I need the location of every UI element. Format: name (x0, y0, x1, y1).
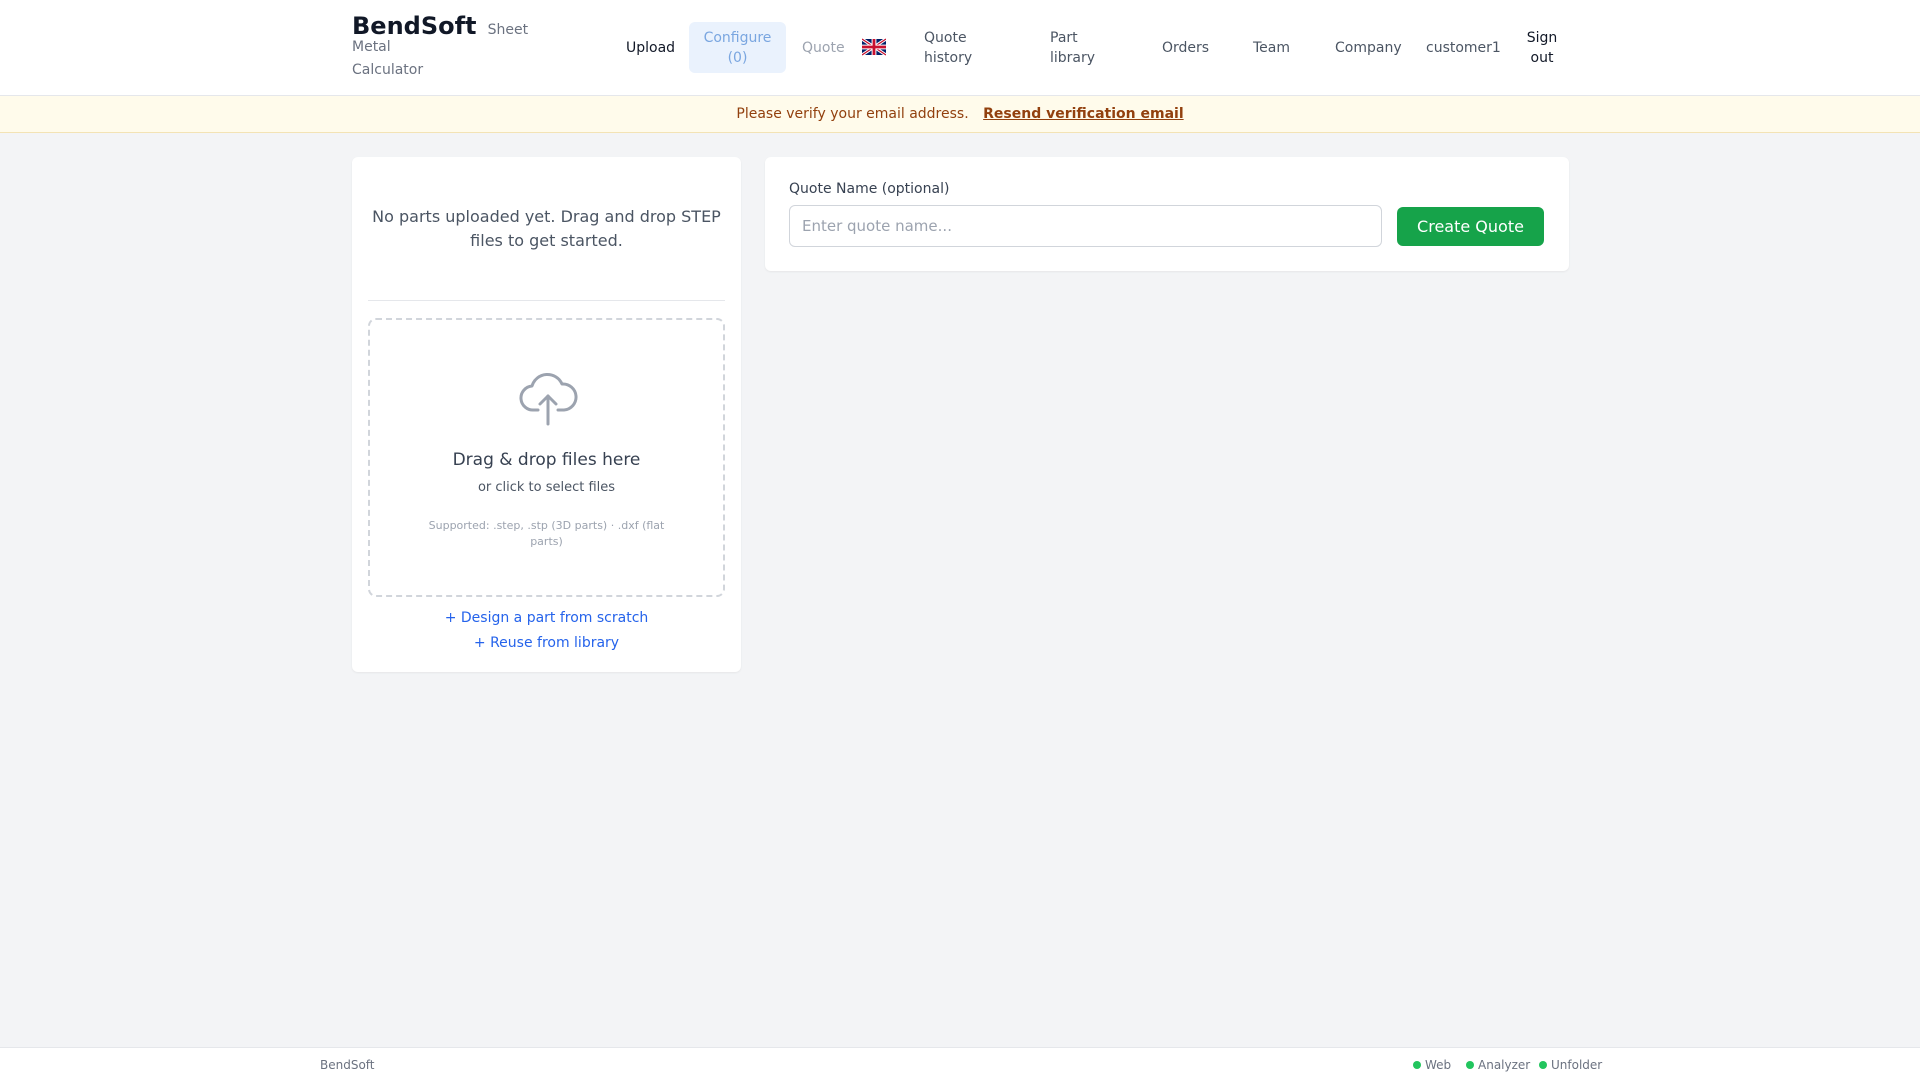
reuse-from-library-link[interactable]: + Reuse from library (352, 635, 741, 651)
status-unfolder: Unfolder (1539, 1058, 1602, 1072)
footer-brand: BendSoft (320, 1058, 375, 1072)
nav-quote[interactable]: Quote (802, 38, 845, 58)
nav-part-library-label-2: library (1050, 50, 1096, 66)
quote-name-label: Quote Name (optional) (789, 181, 950, 197)
top-navbar: BendSoft Sheet Metal Calculator Upload C… (0, 0, 1920, 96)
quote-panel: Quote Name (optional) Create Quote (765, 157, 1569, 271)
email-verification-banner: Please verify your email address. Resend… (0, 96, 1920, 133)
sign-out-label-1: Sign (1526, 30, 1558, 46)
nav-quote-history[interactable]: Quote history (924, 28, 984, 68)
nav-part-library-label-1: Part (1050, 30, 1078, 46)
parts-panel: No parts uploaded yet. Drag and drop STE… (352, 157, 741, 672)
brand[interactable]: BendSoft Sheet Metal Calculator (352, 14, 562, 86)
nav-upload-label: Upload (626, 40, 676, 56)
sign-out-button[interactable]: Sign out (1522, 28, 1562, 68)
status-web-label: Web (1425, 1058, 1452, 1072)
quote-name-input[interactable] (789, 205, 1382, 247)
nav-quote-history-label-2: history (924, 50, 973, 66)
nav-upload[interactable]: Upload (626, 38, 675, 58)
footer: BendSoft Web Analyzer Unfolder (0, 1047, 1920, 1080)
nav-company[interactable]: Company (1335, 38, 1402, 58)
nav-part-library[interactable]: Part library (1050, 28, 1110, 68)
nav-quote-history-label-1: Quote (924, 30, 967, 46)
cloud-upload-icon (519, 373, 578, 426)
file-dropzone[interactable]: Drag & drop files here or click to selec… (368, 318, 725, 597)
nav-company-label: Company (1335, 40, 1402, 56)
nav-quote-label: Quote (802, 40, 845, 56)
dropzone-title: Drag & drop files here (452, 450, 641, 470)
status-dot-icon (1413, 1061, 1421, 1069)
nav-user[interactable]: customer1 (1426, 38, 1501, 58)
create-quote-button[interactable]: Create Quote (1397, 207, 1544, 246)
status-dot-icon (1466, 1061, 1474, 1069)
status-unfolder-label: Unfolder (1551, 1058, 1603, 1072)
nav-user-label: customer1 (1426, 40, 1501, 56)
status-analyzer: Analyzer (1466, 1058, 1530, 1072)
divider (368, 300, 725, 301)
uk-flag-icon (861, 37, 887, 57)
sign-out-label-2: out (1530, 50, 1554, 66)
nav-team-label: Team (1253, 40, 1291, 56)
nav-team[interactable]: Team (1253, 38, 1290, 58)
brand-subtitle-line2: Calculator (352, 62, 424, 78)
nav-configure[interactable]: Configure (0) (689, 22, 786, 73)
nav-orders-label: Orders (1162, 40, 1210, 56)
empty-parts-message: No parts uploaded yet. Drag and drop STE… (372, 207, 721, 250)
language-selector[interactable] (861, 37, 887, 57)
dropzone-subtitle: or click to select files (477, 480, 616, 495)
nav-configure-label: Configure (703, 30, 772, 46)
resend-verification-link[interactable]: Resend verification email (983, 106, 1184, 122)
nav-configure-count: (0) (727, 50, 748, 66)
status-analyzer-label: Analyzer (1478, 1058, 1531, 1072)
status-web: Web (1413, 1058, 1451, 1072)
design-part-link[interactable]: + Design a part from scratch (352, 610, 741, 626)
nav-orders[interactable]: Orders (1162, 38, 1209, 58)
supported-formats-hint: Supported: .step, .stp (3D parts) · .dxf… (428, 519, 665, 548)
brand-name: BendSoft (352, 12, 477, 40)
banner-message: Please verify your email address. (736, 106, 969, 122)
status-dot-icon (1539, 1061, 1547, 1069)
